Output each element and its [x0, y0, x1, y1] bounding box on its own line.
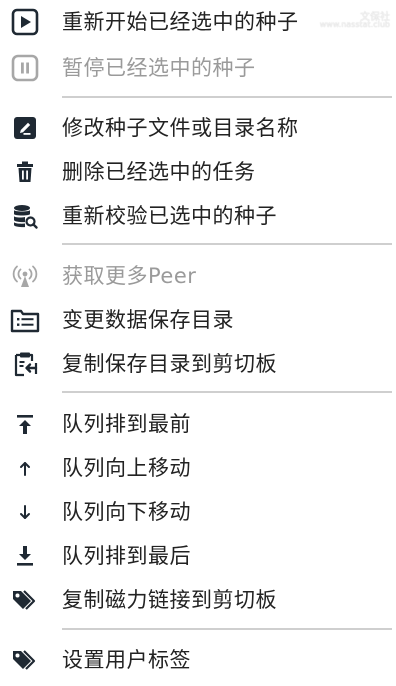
edit-icon	[8, 112, 42, 144]
database-search-icon	[8, 200, 42, 232]
arrow-top-icon	[8, 408, 42, 440]
menu-item-label: 队列向上移动	[62, 456, 191, 480]
menu-item-set-user-tags[interactable]: 设置用户标签	[0, 640, 396, 680]
menu-item-label: 重新校验已选中的种子	[62, 204, 277, 228]
menu-item-copy-save-dir[interactable]: 复制保存目录到剪切板	[0, 344, 396, 384]
folder-list-icon	[8, 304, 42, 336]
menu-item-label: 队列排到最前	[62, 412, 191, 436]
menu-item-change-save-dir[interactable]: 变更数据保存目录	[0, 300, 396, 340]
context-menu: 文保社 www.nasstat.club 重新开始已经选中的种子 暂停已经选中的…	[0, 0, 396, 686]
menu-separator	[62, 391, 392, 393]
tags-icon	[8, 584, 42, 616]
menu-item-resume-selected[interactable]: 重新开始已经选中的种子	[0, 2, 396, 42]
menu-separator	[62, 96, 392, 98]
menu-item-label: 队列排到最后	[62, 544, 191, 568]
menu-item-label: 暂停已经选中的种子	[62, 56, 256, 80]
menu-item-label: 复制保存目录到剪切板	[62, 352, 277, 376]
menu-separator	[62, 628, 392, 630]
arrow-up-icon	[8, 452, 42, 484]
menu-separator	[62, 243, 392, 245]
menu-item-label: 重新开始已经选中的种子	[62, 10, 299, 34]
clipboard-copy-icon	[8, 348, 42, 380]
play-icon	[8, 6, 42, 38]
menu-item-queue-up[interactable]: 队列向上移动	[0, 448, 396, 488]
menu-item-pause-selected[interactable]: 暂停已经选中的种子	[0, 48, 396, 88]
menu-item-delete-selected[interactable]: 删除已经选中的任务	[0, 152, 396, 192]
menu-item-queue-bottom[interactable]: 队列排到最后	[0, 536, 396, 576]
menu-item-rename[interactable]: 修改种子文件或目录名称	[0, 108, 396, 148]
menu-item-label: 设置用户标签	[62, 648, 191, 672]
menu-item-copy-magnet[interactable]: 复制磁力链接到剪切板	[0, 580, 396, 620]
menu-item-label: 变更数据保存目录	[62, 308, 234, 332]
menu-item-queue-top[interactable]: 队列排到最前	[0, 404, 396, 444]
menu-item-label: 修改种子文件或目录名称	[62, 116, 299, 140]
arrow-down-icon	[8, 496, 42, 528]
tags-icon	[8, 644, 42, 676]
pause-icon	[8, 52, 42, 84]
menu-item-label: 获取更多Peer	[62, 264, 197, 288]
trash-icon	[8, 156, 42, 188]
menu-item-label: 复制磁力链接到剪切板	[62, 588, 277, 612]
menu-item-label: 队列向下移动	[62, 500, 191, 524]
menu-item-get-more-peers[interactable]: 获取更多Peer	[0, 256, 396, 296]
menu-item-label: 删除已经选中的任务	[62, 160, 256, 184]
arrow-bottom-icon	[8, 540, 42, 572]
antenna-icon	[8, 260, 42, 292]
menu-item-queue-down[interactable]: 队列向下移动	[0, 492, 396, 532]
menu-item-recheck[interactable]: 重新校验已选中的种子	[0, 196, 396, 236]
